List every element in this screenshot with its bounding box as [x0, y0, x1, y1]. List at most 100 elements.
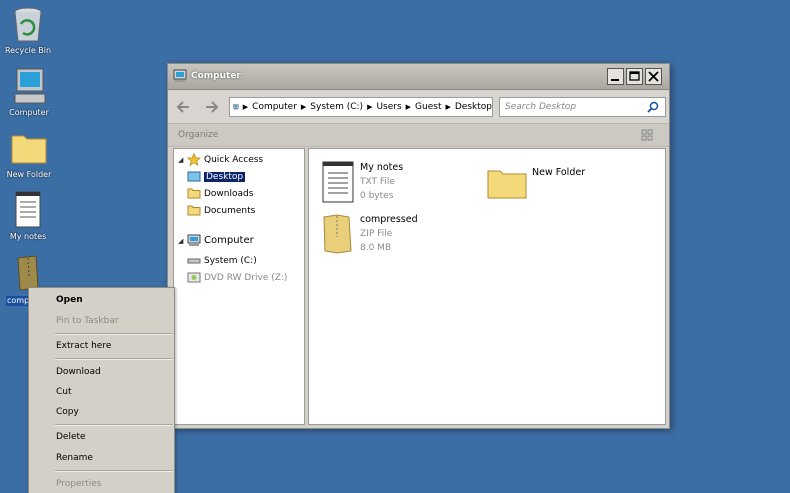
desktop-icon-label: Computer	[9, 108, 49, 117]
nav-label: Documents	[204, 205, 256, 216]
menu-separator	[55, 424, 173, 426]
desktop-icon-computer[interactable]: Computer	[0, 66, 59, 118]
chevron-right-icon[interactable]: ▶	[406, 103, 411, 111]
close-icon	[648, 71, 659, 82]
desktop-icon-new-folder[interactable]: New Folder	[0, 128, 59, 180]
dvd-drive-icon	[187, 272, 201, 283]
desktop-icon-recycle-bin[interactable]: Recycle Bin	[0, 4, 58, 56]
folder-icon	[487, 170, 527, 199]
nav-item-quick-access[interactable]: ◢ Quick Access	[178, 152, 263, 167]
file-size: 0 bytes	[360, 191, 394, 201]
chevron-right-icon[interactable]: ▶	[367, 103, 372, 111]
desktop-icon-label: comp	[6, 296, 31, 306]
navigation-pane: ◢ Quick Access Desktop Downloads Documen…	[173, 148, 305, 425]
desktop-icon-label: New Folder	[6, 170, 52, 179]
forward-button[interactable]	[202, 98, 220, 116]
desktop-icon-label: My notes	[9, 232, 47, 241]
menu-item-delete[interactable]: Delete	[56, 430, 86, 444]
text-file-icon	[322, 161, 354, 203]
menu-item-rename[interactable]: Rename	[56, 451, 93, 465]
expand-arrow-icon[interactable]: ◢	[178, 237, 187, 245]
desktop-folder-icon	[187, 171, 201, 182]
back-arrow-icon	[176, 101, 189, 113]
menu-item-properties[interactable]: Properties	[56, 477, 101, 491]
computer-icon	[233, 104, 239, 110]
command-bar: Organize	[168, 123, 669, 147]
text-file-icon	[15, 191, 41, 228]
expand-arrow-icon[interactable]: ◢	[178, 156, 187, 164]
address-bar[interactable]: ▶ Computer ▶ System (C:) ▶ Users ▶ Guest…	[229, 97, 493, 117]
breadcrumb-system[interactable]: System (C:)	[310, 102, 363, 112]
nav-label: Downloads	[204, 188, 254, 199]
maximize-icon	[629, 71, 640, 81]
computer-icon	[187, 234, 201, 246]
nav-label: System (C:)	[204, 255, 257, 266]
menu-separator	[55, 358, 173, 360]
breadcrumb-users[interactable]: Users	[376, 102, 401, 112]
nav-label: Quick Access	[204, 154, 264, 165]
search-placeholder: Search Desktop	[505, 102, 577, 112]
nav-item-desktop[interactable]: Desktop	[187, 169, 246, 184]
chevron-right-icon: ▶	[242, 103, 249, 111]
navigation-bar: ▶ Computer ▶ System (C:) ▶ Users ▶ Guest…	[168, 91, 669, 123]
recycle-bin-icon	[14, 7, 42, 42]
nav-item-system-drive[interactable]: System (C:)	[187, 253, 257, 268]
folder-icon	[11, 135, 47, 164]
minimize-button[interactable]	[607, 68, 624, 85]
explorer-window: Computer ▶ Computer ▶ System (C:) ▶ User…	[167, 63, 670, 429]
folder-icon	[187, 188, 201, 199]
file-item-compressed[interactable]: compressed ZIP File 8.0 MB	[321, 213, 418, 255]
menu-item-copy[interactable]: Copy	[56, 405, 79, 419]
desktop-icon-compressed[interactable]: comp	[0, 252, 58, 306]
search-icon[interactable]	[647, 101, 659, 113]
file-name: New Folder	[532, 167, 586, 178]
search-input[interactable]: Search Desktop	[499, 97, 666, 117]
desktop-icon-my-notes[interactable]: My notes	[0, 190, 58, 242]
context-menu: Open Pin to Taskbar Extract here Downloa…	[28, 287, 175, 493]
chevron-right-icon[interactable]: ▶	[445, 103, 450, 111]
menu-item-pin-to-taskbar[interactable]: Pin to Taskbar	[56, 314, 119, 328]
file-item-new-folder[interactable]: New Folder	[487, 161, 585, 203]
menu-item-download[interactable]: Download	[56, 365, 101, 379]
desktop-icon-label: Recycle Bin	[4, 46, 52, 55]
organize-button[interactable]: Organize	[178, 130, 218, 140]
title-bar[interactable]: Computer	[168, 64, 669, 90]
file-name: compressed	[360, 214, 418, 225]
menu-item-open[interactable]: Open	[56, 293, 83, 307]
menu-item-extract-here[interactable]: Extract here	[56, 339, 111, 353]
maximize-button[interactable]	[626, 68, 643, 85]
nav-item-downloads[interactable]: Downloads	[187, 186, 253, 201]
file-type: ZIP File	[360, 229, 393, 239]
menu-item-cut[interactable]: Cut	[56, 385, 72, 399]
nav-item-computer[interactable]: ◢ Computer	[178, 233, 254, 248]
chevron-right-icon[interactable]: ▶	[301, 103, 306, 111]
menu-separator	[55, 470, 173, 472]
computer-icon	[14, 68, 46, 104]
back-button[interactable]	[175, 98, 193, 116]
nav-label: DVD RW Drive (Z:)	[204, 272, 288, 283]
breadcrumb-computer[interactable]: Computer	[252, 102, 297, 112]
file-list: My notes TXT File 0 bytes New Folder com…	[308, 148, 666, 425]
star-icon	[187, 153, 201, 166]
window-title: Computer	[191, 71, 241, 81]
view-options-icon[interactable]	[641, 129, 653, 141]
file-type: TXT File	[360, 177, 395, 187]
close-button[interactable]	[645, 68, 662, 85]
file-size: 8.0 MB	[360, 243, 392, 253]
computer-icon	[173, 69, 187, 82]
nav-label: Computer	[204, 235, 254, 246]
breadcrumb-desktop[interactable]: Desktop	[455, 102, 492, 112]
nav-item-documents[interactable]: Documents	[187, 203, 255, 218]
minimize-icon	[611, 79, 619, 81]
file-item-my-notes[interactable]: My notes TXT File 0 bytes	[321, 161, 403, 203]
forward-arrow-icon	[206, 101, 219, 113]
nav-label: Desktop	[204, 171, 246, 182]
hard-drive-icon	[187, 258, 201, 264]
nav-item-dvd-drive[interactable]: DVD RW Drive (Z:)	[187, 270, 287, 285]
file-name: My notes	[360, 162, 404, 173]
folder-icon	[187, 205, 201, 216]
zip-file-icon	[323, 214, 352, 254]
zip-file-icon	[17, 255, 39, 291]
breadcrumb-guest[interactable]: Guest	[415, 102, 441, 112]
menu-separator	[55, 333, 173, 335]
